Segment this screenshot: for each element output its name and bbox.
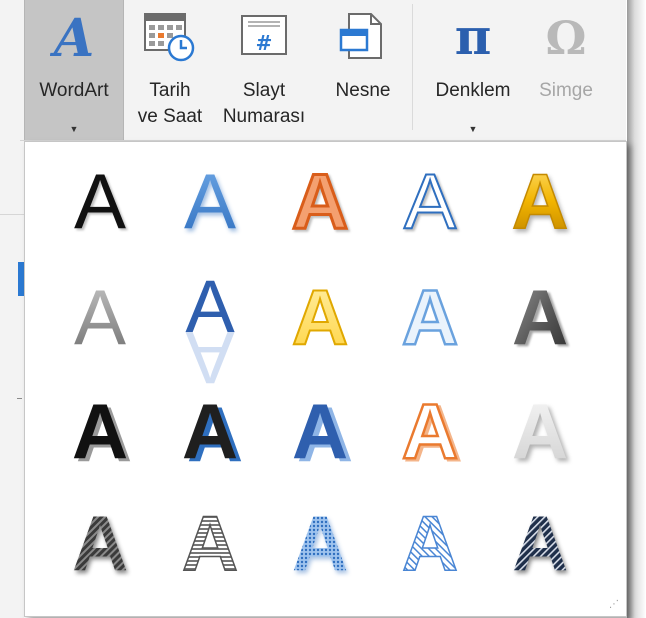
slide-number-button[interactable]: # Slayt Numarası: [212, 0, 316, 140]
wordart-style-7[interactable]: A A: [155, 265, 265, 399]
wordart-style-20[interactable]: A: [485, 494, 595, 594]
svg-text:A: A: [74, 157, 126, 245]
insert-ribbon-group: A WordArt ▼ Tarih ve Saat # Slayt Numara…: [20, 0, 626, 141]
date-time-label-line2: ve Saat: [137, 106, 203, 127]
window-edge-shadow: [627, 0, 646, 618]
wordart-style-17[interactable]: A: [155, 494, 265, 594]
wordart-style-10[interactable]: A: [485, 268, 595, 368]
slide-number-label-line1: Slayt: [242, 80, 286, 101]
wordart-style-14[interactable]: A: [375, 382, 485, 482]
svg-text:A: A: [184, 157, 236, 245]
wordart-style-16[interactable]: A: [45, 494, 155, 594]
svg-text:A: A: [182, 499, 238, 587]
doc-rule: [0, 214, 24, 215]
svg-text:A: A: [50, 8, 94, 64]
equation-label: Denklem: [435, 80, 511, 101]
wordart-style-15[interactable]: A: [485, 382, 595, 482]
slide-number-icon: #: [236, 8, 292, 70]
slide-number-label-line2: Numarası: [222, 106, 306, 127]
wordart-button[interactable]: A WordArt ▼: [24, 0, 124, 140]
group-separator: [412, 4, 413, 130]
wordart-style-8[interactable]: A: [265, 268, 375, 368]
wordart-style-2[interactable]: A: [155, 152, 265, 252]
object-button[interactable]: Nesne: [320, 0, 406, 140]
object-icon: [335, 8, 391, 70]
symbol-label: Simge: [539, 80, 593, 101]
doc-dash: [17, 398, 22, 399]
equation-button[interactable]: π Denklem ▼: [420, 0, 526, 140]
object-label: Nesne: [335, 80, 391, 101]
svg-text:#: #: [256, 31, 273, 55]
symbol-button: Ω Simge: [528, 0, 604, 140]
wordart-style-5[interactable]: A: [485, 152, 595, 252]
wordart-gallery: A A A A A A A A A A A A A A A A A A A A …: [24, 141, 627, 617]
svg-text:A: A: [404, 157, 456, 245]
svg-text:π: π: [455, 8, 492, 64]
svg-text:A: A: [402, 499, 458, 587]
svg-text:A: A: [512, 273, 568, 361]
svg-text:A: A: [512, 387, 568, 475]
omega-icon: Ω: [538, 8, 594, 70]
svg-text:Ω: Ω: [546, 11, 587, 64]
calendar-clock-icon: [139, 8, 201, 70]
date-time-button[interactable]: Tarih ve Saat: [128, 0, 212, 140]
svg-text:A: A: [292, 499, 348, 587]
svg-text:A: A: [402, 273, 458, 361]
svg-text:A: A: [402, 387, 458, 475]
svg-text:A: A: [74, 273, 126, 361]
svg-text:A: A: [72, 499, 128, 587]
wordart-style-4[interactable]: A: [375, 152, 485, 252]
svg-text:A: A: [72, 387, 128, 475]
wordart-style-9[interactable]: A: [375, 268, 485, 368]
wordart-style-6[interactable]: A: [45, 268, 155, 368]
equation-dropdown-arrow[interactable]: ▼: [420, 118, 526, 140]
wordart-style-19[interactable]: A: [375, 494, 485, 594]
svg-text:A: A: [292, 157, 348, 245]
date-time-label-line1: Tarih: [149, 80, 191, 101]
wordart-dropdown-arrow[interactable]: ▼: [25, 118, 123, 140]
svg-text:A: A: [512, 157, 568, 245]
wordart-style-12[interactable]: A: [155, 382, 265, 482]
svg-text:A: A: [512, 499, 568, 587]
wordart-icon: A: [49, 8, 98, 70]
wordart-style-3[interactable]: A: [265, 152, 375, 252]
pi-icon: π: [445, 7, 501, 70]
wordart-style-13[interactable]: A: [265, 382, 375, 482]
wordart-label: WordArt: [39, 80, 109, 101]
wordart-style-11[interactable]: A: [45, 382, 155, 482]
wordart-style-18[interactable]: A: [265, 494, 375, 594]
svg-text:A: A: [292, 387, 348, 475]
svg-text:A: A: [292, 273, 348, 361]
resize-grip-icon[interactable]: ⋰: [609, 599, 620, 610]
wordart-style-1[interactable]: A: [45, 152, 155, 252]
svg-text:A: A: [182, 387, 238, 475]
